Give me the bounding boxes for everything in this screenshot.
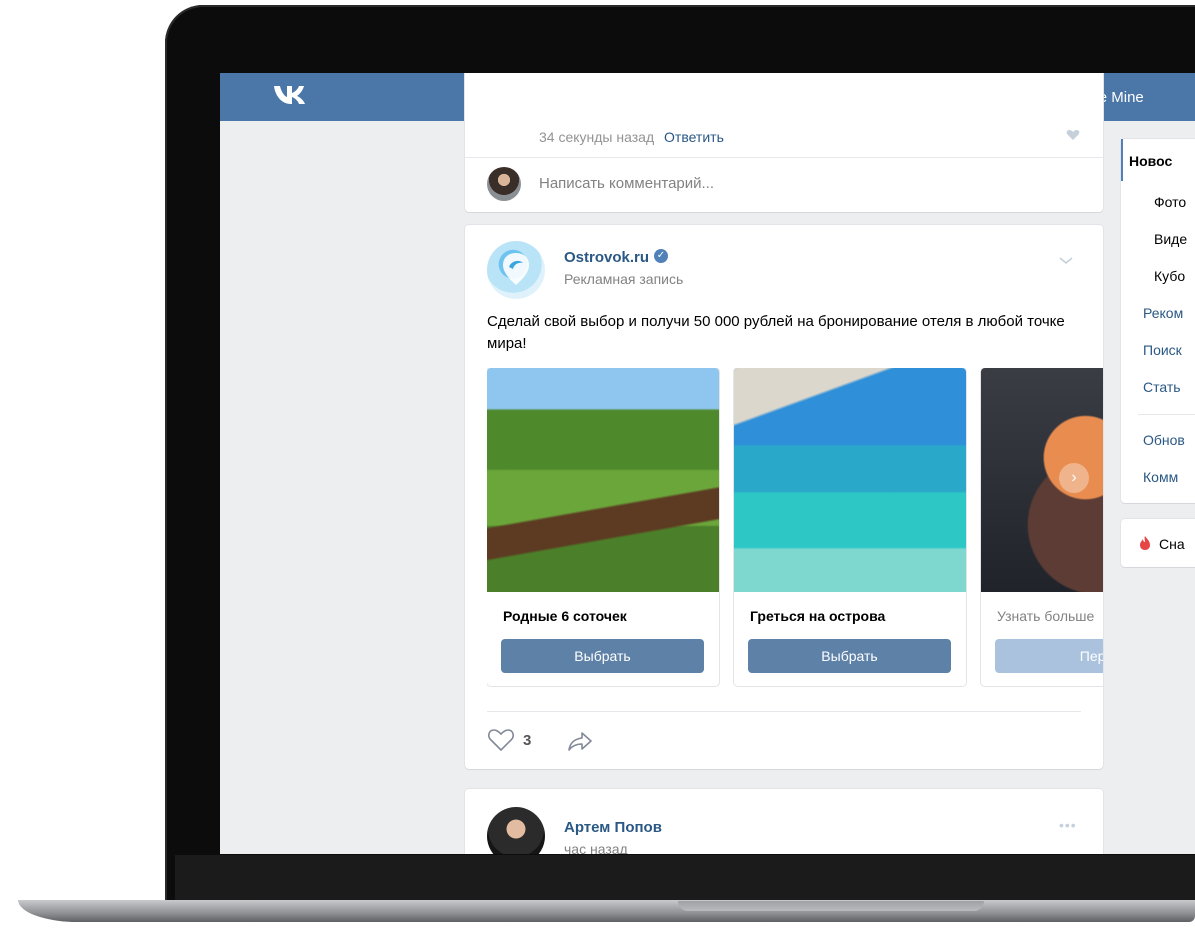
menu-item-articles[interactable]: Стать [1143,379,1181,395]
snapster-label: Сна [1159,536,1185,552]
publisher-name[interactable]: Ostrovok.ru [564,249,649,266]
carousel-card-title: Греться на острова [750,608,886,624]
divider [487,711,1081,712]
comment-like-icon[interactable] [1066,129,1080,141]
menu-item-updates[interactable]: Обнов [1143,432,1185,448]
carousel-image-garden [487,368,719,592]
ostrovok-logo-icon [503,253,529,285]
current-user-avatar [487,167,521,201]
post-text: Сделай свой выбор и получи 50 000 рублей… [487,313,1065,352]
vk-logo[interactable] [272,83,310,114]
carousel-next-icon[interactable]: › [1059,463,1089,493]
share-icon[interactable] [567,731,593,751]
verified-icon: ✓ [654,249,668,263]
write-comment-field[interactable]: Написать комментарий... [539,175,714,192]
fire-icon [1140,536,1150,550]
like-button[interactable]: 3 [487,728,531,752]
menu-item-videos[interactable]: Виде [1154,231,1187,247]
publisher-avatar[interactable] [487,241,545,299]
laptop-notch [678,901,984,911]
comment-block: 34 секунды назад Ответить Написать комме… [465,73,1103,212]
active-indicator [1121,139,1123,181]
author-avatar[interactable] [487,807,545,854]
choose-button[interactable]: Выбрать [501,639,704,673]
like-count: 3 [523,731,532,749]
carousel-card-title: Родные 6 соточек [503,608,627,624]
carousel-image-island [734,368,966,592]
laptop-base [18,900,1195,922]
ad-label: Рекламная запись [564,271,684,287]
comment-meta: 34 секунды назад Ответить [539,129,724,145]
menu-item-photos[interactable]: Фото [1154,194,1186,210]
vk-logo-icon [274,86,305,104]
carousel-card[interactable]: Греться на острова Выбрать [734,368,966,686]
menu-item-news[interactable]: Новос [1129,153,1172,169]
post: Артем Попов час назад ••• [465,789,1103,854]
laptop-bezel [175,855,1195,903]
snapster-block[interactable]: Сна [1121,519,1195,567]
post-time: час назад [564,841,628,854]
right-menu: Новос Фото Виде Кубо Реком Поиск Стать О… [1121,139,1195,503]
carousel-card-title: Узнать больше [997,608,1095,624]
author-name[interactable]: Артем Попов [564,819,662,836]
comment-time: 34 секунды назад [539,129,655,145]
heart-icon [488,729,514,752]
more-options-icon[interactable]: ••• [1059,817,1077,833]
menu-item-cubes[interactable]: Кубо [1154,268,1185,284]
carousel-card[interactable]: Узнать больше Пере [981,368,1103,686]
carousel-card[interactable]: Родные 6 соточек Выбрать [487,368,719,686]
chevron-down-icon[interactable] [1059,257,1073,265]
menu-item-recommendations[interactable]: Реком [1143,305,1183,321]
choose-button[interactable]: Выбрать [748,639,951,673]
reply-link[interactable]: Ответить [664,129,724,145]
menu-item-comments[interactable]: Комм [1143,469,1178,485]
screen: 1 Ofenbach – Be Mine 34 секунды назад От… [220,73,1195,854]
divider [465,157,1103,158]
ad-carousel: Родные 6 соточек Выбрать Греться на остр… [487,368,1103,688]
menu-item-search[interactable]: Поиск [1143,342,1182,358]
ad-post: Ostrovok.ru ✓ Рекламная запись Сделай св… [465,225,1103,769]
go-button[interactable]: Пере [995,639,1103,673]
divider [1138,414,1195,415]
